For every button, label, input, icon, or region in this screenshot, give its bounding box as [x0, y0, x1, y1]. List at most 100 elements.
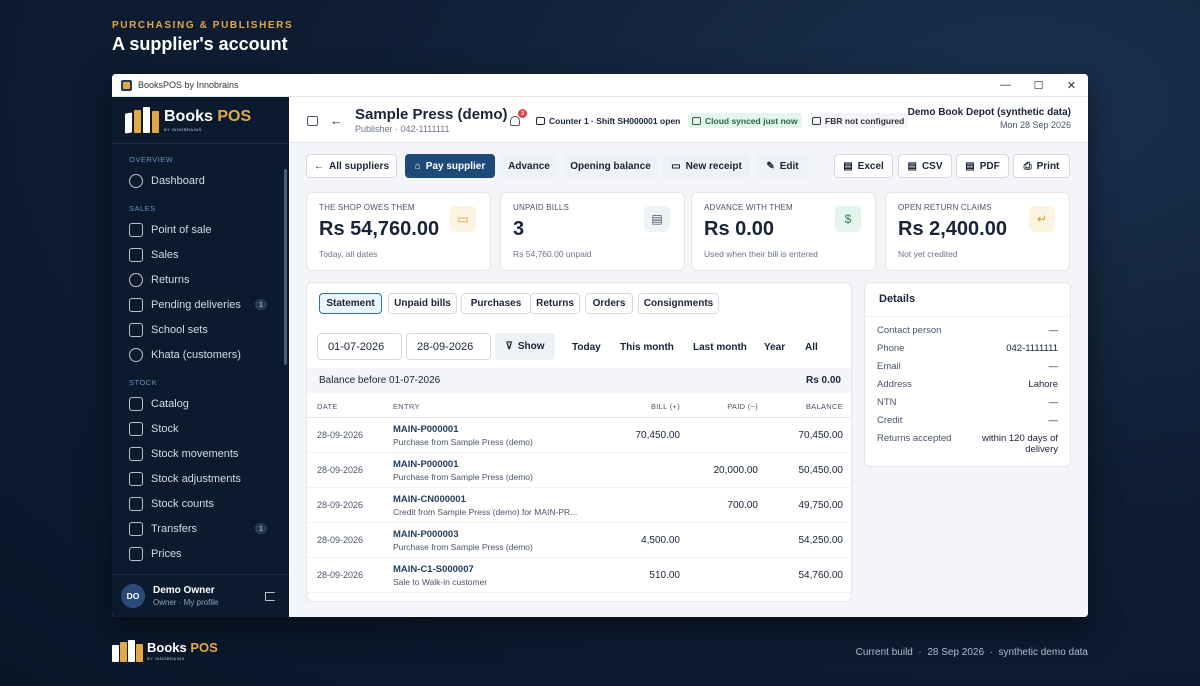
range-today[interactable]: Today	[572, 342, 601, 353]
table-row[interactable]: 28-09-2026 MAIN-P000001 Purchase from Sa…	[307, 453, 851, 488]
column-header: ENTRY	[393, 402, 420, 411]
card-subtext: Used when their bill is entered	[704, 249, 818, 259]
sidebar-toggle-icon[interactable]	[307, 116, 318, 126]
minimize-button[interactable]: —	[989, 74, 1022, 96]
advance-button[interactable]: Advance	[501, 154, 557, 178]
tab-consignments[interactable]: Consignments	[638, 293, 719, 314]
print-button[interactable]: ⎙ Print	[1013, 154, 1070, 178]
build-label: Current build	[855, 647, 913, 658]
sidebar-item-catalog[interactable]: Catalog	[112, 391, 289, 416]
logout-icon[interactable]	[265, 591, 275, 601]
page-title: Sample Press (demo)	[355, 106, 508, 123]
books-logo-icon	[112, 640, 143, 662]
sidebar-item-prices[interactable]: Prices	[112, 541, 289, 566]
user-role[interactable]: Owner · My profile	[153, 598, 218, 607]
close-button[interactable]: ✕	[1055, 74, 1088, 96]
maximize-button[interactable]: ☐	[1022, 74, 1055, 96]
tab-purchases[interactable]: Purchases	[461, 293, 531, 314]
summary-card: ADVANCE WITH THEM Rs 0.00 Used when thei…	[691, 192, 876, 271]
sidebar-item-label: Prices	[151, 547, 182, 560]
card-subtext: Today, all dates	[319, 249, 378, 259]
row-entry-id[interactable]: MAIN-P000001	[393, 424, 458, 435]
edit-button[interactable]: ✎ Edit	[757, 154, 808, 178]
current-date: Mon 28 Sep 2026	[999, 120, 1071, 130]
csv-button[interactable]: ▤ CSV	[898, 154, 952, 178]
sidebar-item-stock-counts[interactable]: Stock counts	[112, 491, 289, 516]
sidebar-item-pending-deliveries[interactable]: Pending deliveries 1	[112, 292, 289, 317]
column-header: PAID (−)	[727, 402, 758, 411]
sidebar-item-point-of-sale[interactable]: Point of sale	[112, 217, 289, 242]
excel-button[interactable]: ▤ Excel	[834, 154, 893, 178]
page-header: ← Sample Press (demo) Publisher · 042-11…	[289, 97, 1088, 143]
pdf-button[interactable]: ▤ PDF	[956, 154, 1009, 178]
to-date-input[interactable]: 28-09-2026	[406, 333, 491, 360]
row-description: Sale to Walk-in customer	[393, 577, 488, 587]
sidebar-item-khata[interactable]: Khata (customers)	[112, 342, 289, 367]
tab-unpaid-bills[interactable]: Unpaid bills	[388, 293, 457, 314]
nav-section-stock: STOCK	[129, 378, 158, 387]
table-row[interactable]: 28-09-2026 MAIN-C1-S000007 Sale to Walk-…	[307, 558, 851, 593]
detail-phone: Phone 042-1111111	[877, 343, 1058, 354]
opening-balance-button[interactable]: Opening balance	[564, 154, 657, 178]
new-receipt-button[interactable]: ▭ New receipt	[663, 154, 750, 178]
pencil-icon: ✎	[766, 160, 775, 172]
row-entry-id[interactable]: MAIN-P000003	[393, 529, 458, 540]
printer-icon: ⎙	[1023, 160, 1032, 172]
filter-icon: ⊽	[505, 341, 513, 352]
sidebar-item-stock-adjustments[interactable]: Stock adjustments	[112, 466, 289, 491]
sidebar-scrollbar[interactable]	[284, 169, 287, 365]
row-date: 28-09-2026	[317, 465, 364, 475]
pay-supplier-button[interactable]: ⌂ Pay supplier	[405, 154, 495, 178]
sidebar-item-label: Catalog	[151, 397, 189, 410]
all-suppliers-button[interactable]: ← All suppliers	[306, 154, 397, 178]
sidebar-item-transfers[interactable]: Transfers 1	[112, 516, 289, 541]
opening-balance-row: Balance before 01-07-2026 Rs 0.00	[307, 368, 851, 393]
sidebar-item-school-sets[interactable]: School sets	[112, 317, 289, 342]
sidebar-item-label: Sales	[151, 248, 179, 261]
brand-name: Books	[164, 107, 213, 125]
detail-credit: Credit —	[877, 415, 1058, 426]
sidebar-item-returns[interactable]: Returns	[112, 267, 289, 292]
sidebar-item-label: Stock movements	[151, 447, 239, 460]
file-icon: ▤	[965, 160, 975, 172]
row-balance: 70,450.00	[798, 430, 844, 441]
tab-orders[interactable]: Orders	[585, 293, 633, 314]
sidebar-item-stock[interactable]: Stock	[112, 416, 289, 441]
sidebar-item-label: Transfers	[151, 522, 198, 535]
show-button[interactable]: ⊽ Show	[495, 333, 555, 360]
row-paid: 700.00	[727, 500, 758, 511]
user-name: Demo Owner	[153, 585, 215, 596]
sidebar-item-stock-movements[interactable]: Stock movements	[112, 441, 289, 466]
scan-icon	[129, 222, 143, 237]
count-badge: 1	[254, 523, 267, 534]
sidebar-item-sales[interactable]: Sales	[112, 242, 289, 267]
sidebar-item-label: Khata (customers)	[151, 348, 241, 361]
user-profile[interactable]: DO Demo Owner Owner · My profile	[112, 574, 289, 617]
tab-returns[interactable]: Returns	[530, 293, 580, 314]
range-this-month[interactable]: This month	[620, 342, 674, 353]
file-icon: ▤	[843, 160, 853, 172]
table-row[interactable]: 28-09-2026 MAIN-P000001 Purchase from Sa…	[307, 418, 851, 453]
sliders-icon	[129, 471, 143, 486]
build-info: Current build · 28 Sep 2026 · synthetic …	[855, 647, 1088, 658]
table-row[interactable]: 28-09-2026 MAIN-P000003 Purchase from Sa…	[307, 523, 851, 558]
detail-address: Address Lahore	[877, 379, 1058, 390]
bell-icon[interactable]	[510, 116, 520, 126]
back-arrow-icon[interactable]: ←	[330, 113, 343, 128]
row-entry-id[interactable]: MAIN-C1-S000007	[393, 564, 474, 575]
from-date-input[interactable]: 01-07-2026	[317, 333, 402, 360]
store-name: Demo Book Depot (synthetic data)	[907, 107, 1071, 118]
tab-statement[interactable]: Statement	[319, 293, 382, 314]
range-all[interactable]: All	[805, 342, 818, 353]
sidebar-item-dashboard[interactable]: Dashboard	[112, 168, 289, 193]
row-entry-id[interactable]: MAIN-P000001	[393, 459, 458, 470]
count-badge: 1	[254, 299, 267, 310]
app-window: BooksPOS by Innobrains — ☐ ✕ Books POS B…	[112, 74, 1088, 617]
range-year[interactable]: Year	[764, 342, 785, 353]
range-last-month[interactable]: Last month	[693, 342, 747, 353]
return-icon: ↵	[1029, 206, 1055, 232]
brand-logo: Books POS BY INNOBRAINS	[112, 97, 289, 144]
table-row[interactable]: 28-09-2026 MAIN-CN000001 Credit from Sam…	[307, 488, 851, 523]
row-entry-id[interactable]: MAIN-CN000001	[393, 494, 466, 505]
wallet-icon: ▭	[450, 206, 476, 232]
